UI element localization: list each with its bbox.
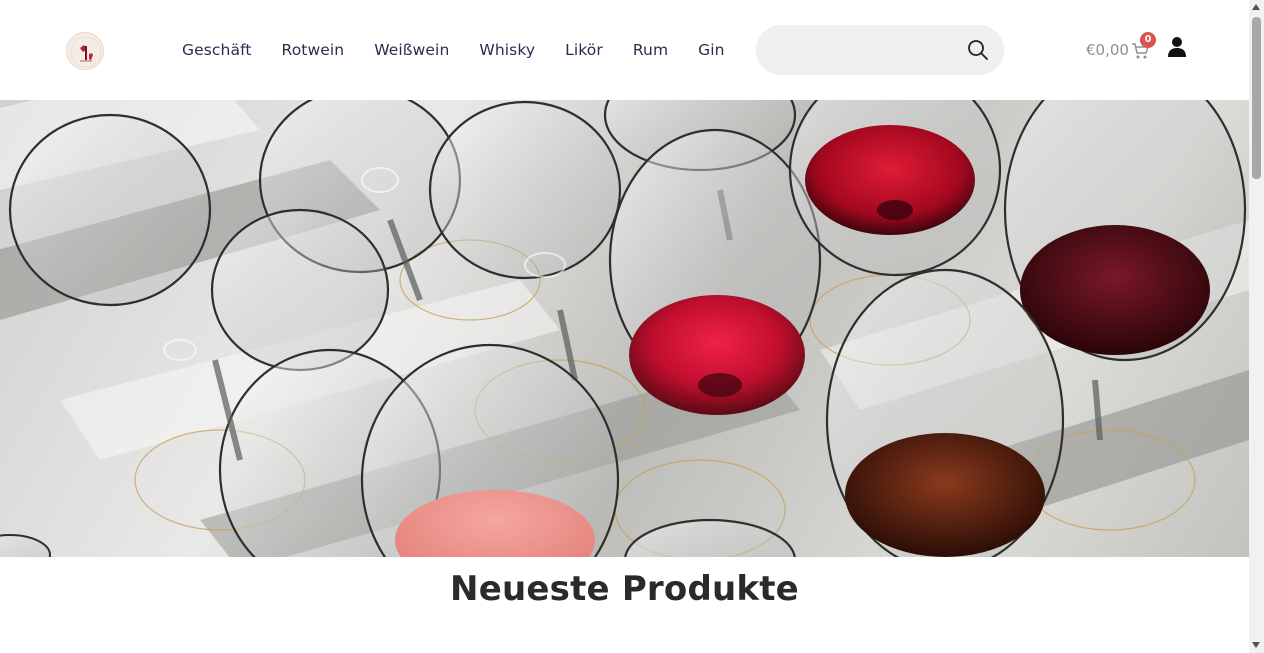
- search-box: [756, 25, 1004, 75]
- section-title-newest-products: Neueste Produkte: [450, 569, 799, 609]
- search-icon[interactable]: [967, 39, 989, 61]
- nav-item-geschaeft[interactable]: Geschäft: [182, 38, 252, 62]
- nav-item-rotwein[interactable]: Rotwein: [282, 38, 345, 62]
- logo-graphic: [70, 36, 102, 68]
- search-input[interactable]: [776, 37, 956, 63]
- nav-item-rum[interactable]: Rum: [633, 38, 668, 62]
- nav-item-weisswein[interactable]: Weißwein: [374, 38, 449, 62]
- nav-item-gin[interactable]: Gin: [698, 38, 724, 62]
- cart-count-badge: 0: [1140, 32, 1156, 48]
- page-scrollbar[interactable]: [1249, 0, 1264, 653]
- nav-item-whisky[interactable]: Whisky: [479, 38, 535, 62]
- nav-item-likoer[interactable]: Likör: [565, 38, 603, 62]
- scroll-up-arrow-icon[interactable]: [1252, 4, 1260, 10]
- scrollbar-thumb[interactable]: [1252, 17, 1261, 179]
- scroll-down-arrow-icon[interactable]: [1252, 642, 1260, 648]
- site-logo[interactable]: [66, 32, 104, 70]
- wine-glasses-image: [0, 100, 1249, 557]
- cart-button[interactable]: €0,00 0: [1086, 32, 1156, 64]
- page: Geschäft Rotwein Weißwein Whisky Likör R…: [0, 0, 1249, 653]
- main-nav: Geschäft Rotwein Weißwein Whisky Likör R…: [182, 38, 725, 62]
- hero-banner: [0, 100, 1249, 557]
- cart-total: €0,00: [1086, 41, 1129, 59]
- user-icon[interactable]: [1167, 36, 1187, 58]
- site-header: Geschäft Rotwein Weißwein Whisky Likör R…: [0, 0, 1249, 100]
